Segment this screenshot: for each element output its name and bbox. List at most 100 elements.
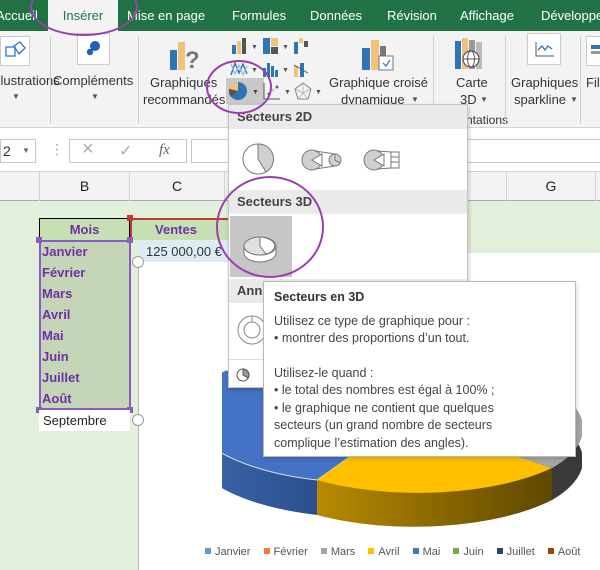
sales-cell-janvier[interactable]: 125 000,00 € bbox=[138, 241, 230, 262]
presentations-group-label: ntations bbox=[466, 113, 509, 127]
range-handle[interactable] bbox=[127, 215, 133, 221]
tooltip-line: secteurs (un grand nombre de secteurs bbox=[274, 418, 493, 432]
column-header-c[interactable]: C bbox=[130, 172, 225, 201]
illustrations-caret-icon[interactable]: ▼ bbox=[12, 92, 20, 101]
radar-chart-icon: ▼ bbox=[294, 82, 322, 100]
svg-text:?: ? bbox=[185, 47, 200, 72]
month-cell[interactable]: Janvier bbox=[42, 241, 88, 262]
sparklines-button[interactable] bbox=[527, 33, 561, 65]
addins-icon bbox=[86, 41, 100, 56]
legend-swatch bbox=[453, 548, 460, 554]
legend-item[interactable]: Juin bbox=[453, 546, 484, 558]
month-cell[interactable]: Mars bbox=[42, 283, 72, 304]
tooltip-line: • le total des nombres est égal à 100% ; bbox=[274, 383, 495, 397]
legend-item[interactable]: Juillet bbox=[496, 546, 535, 558]
chart-type-secteurs[interactable] bbox=[239, 141, 277, 177]
confirm-icon[interactable]: ✓ bbox=[119, 141, 132, 161]
column-header-b[interactable]: B bbox=[40, 172, 130, 201]
hierarchy-chart-button[interactable]: ▼ bbox=[262, 37, 292, 58]
name-box-caret-icon[interactable]: ▼ bbox=[22, 140, 30, 162]
more-pie-charts-link[interactable] bbox=[235, 367, 251, 386]
tab-mise-en-page[interactable]: Mise en page bbox=[127, 0, 205, 31]
svg-text:▼: ▼ bbox=[251, 44, 258, 51]
shapes-icon bbox=[5, 41, 26, 57]
month-cell[interactable]: Mai bbox=[42, 325, 64, 346]
tooltip-line: • montrer des proportions d’un tout. bbox=[274, 331, 470, 345]
column-header-a[interactable] bbox=[0, 172, 40, 201]
illustrations-button[interactable] bbox=[0, 36, 30, 66]
complements-label: Compléments bbox=[53, 73, 134, 88]
header-cell-mois[interactable]: Mois bbox=[39, 218, 130, 240]
name-box[interactable]: 2 ▼ bbox=[0, 139, 36, 163]
recommended-charts-button[interactable]: ? bbox=[168, 38, 202, 75]
waterfall-chart-button[interactable] bbox=[293, 37, 313, 58]
tooltip-line: Utilisez-le quand : bbox=[274, 365, 374, 380]
pivot-chart-label-1: Graphique croisé bbox=[329, 75, 428, 90]
tab-donnees[interactable]: Données bbox=[310, 0, 362, 31]
legend-label: Août bbox=[557, 546, 581, 558]
map3d-caret-icon[interactable]: ▼ bbox=[480, 95, 488, 104]
legend-item[interactable]: Mars bbox=[320, 546, 356, 558]
legend-item[interactable]: Avril bbox=[368, 546, 400, 558]
chart-resize-handle[interactable] bbox=[132, 256, 144, 268]
map3d-label-1: Carte bbox=[456, 75, 488, 90]
filters-button[interactable] bbox=[586, 36, 600, 66]
globe-map-icon bbox=[455, 38, 482, 69]
tab-formules[interactable]: Formules bbox=[232, 0, 286, 31]
pie-of-pie-icon bbox=[301, 149, 342, 171]
chart-type-secteurs-de-secteur[interactable] bbox=[301, 145, 345, 175]
formula-bar-grip-icon: ⋮ bbox=[50, 141, 64, 157]
range-handle[interactable] bbox=[127, 237, 133, 243]
column-chart-button[interactable]: ▼ bbox=[231, 37, 261, 58]
legend-label: Juin bbox=[463, 546, 484, 558]
header-cell-ventes[interactable]: Ventes bbox=[130, 218, 230, 240]
chart-legend: Janvier Février Mars Avril Mai Juin Juil… bbox=[205, 546, 590, 558]
radar-chart-button[interactable]: ▼ bbox=[294, 82, 324, 103]
cancel-icon[interactable]: × bbox=[82, 138, 94, 161]
annotation-circle-3d-pie bbox=[216, 176, 324, 278]
sparklines-label-1: Graphiques bbox=[511, 75, 579, 90]
svg-text:▼: ▼ bbox=[284, 89, 291, 96]
tooltip-line: • le graphique ne contient que quelques bbox=[274, 400, 494, 415]
tab-revision[interactable]: Révision bbox=[387, 0, 437, 31]
legend-swatch bbox=[412, 548, 419, 554]
legend-swatch bbox=[263, 548, 270, 554]
chart-type-barres-de-secteur[interactable] bbox=[363, 145, 407, 175]
tab-developpeur[interactable]: Développeur bbox=[541, 0, 600, 31]
formula-buttons: × ✓ fx bbox=[69, 138, 187, 163]
legend-label: Juillet bbox=[506, 546, 535, 558]
ribbon-separator bbox=[50, 36, 51, 124]
month-cell[interactable]: Avril bbox=[42, 304, 70, 325]
sparklines-caret-icon[interactable]: ▼ bbox=[570, 95, 578, 104]
month-cell[interactable]: Juillet bbox=[42, 367, 80, 388]
legend-swatch bbox=[547, 548, 554, 554]
combo-chart-button[interactable] bbox=[293, 60, 313, 81]
legend-item[interactable]: Février bbox=[263, 546, 308, 558]
cell-septembre[interactable]: Septembre bbox=[39, 410, 130, 431]
month-cell[interactable]: Juin bbox=[42, 346, 69, 367]
pie-2d-icon bbox=[242, 143, 275, 175]
ribbon-separator bbox=[580, 36, 581, 124]
pivot-chart-caret-icon[interactable]: ▼ bbox=[411, 95, 419, 104]
legend-item[interactable]: Janvier bbox=[205, 546, 250, 558]
column-header-g[interactable]: G bbox=[506, 172, 596, 201]
insert-function-icon[interactable]: fx bbox=[159, 142, 170, 159]
complements-button[interactable] bbox=[77, 33, 110, 65]
month-cell[interactable]: Août bbox=[42, 388, 72, 409]
complements-caret-icon[interactable]: ▼ bbox=[91, 92, 99, 101]
svg-text:▼: ▼ bbox=[282, 44, 289, 51]
tab-affichage[interactable]: Affichage bbox=[460, 0, 514, 31]
month-cell[interactable]: Février bbox=[42, 262, 85, 283]
legend-item[interactable]: Août bbox=[547, 546, 581, 558]
more-pie-icon bbox=[236, 368, 250, 382]
chart-resize-handle[interactable] bbox=[132, 414, 144, 426]
pivot-chart-button[interactable] bbox=[361, 38, 397, 75]
legend-swatch bbox=[368, 548, 375, 554]
legend-item[interactable]: Mai bbox=[412, 546, 440, 558]
hierarchy-chart-icon: ▼ bbox=[263, 38, 289, 54]
slicer-icon bbox=[591, 45, 600, 54]
annotation-circle-pie-button bbox=[206, 60, 272, 114]
legend-label: Mars bbox=[330, 546, 356, 558]
map3d-button[interactable] bbox=[453, 37, 487, 74]
ribbon-separator bbox=[138, 36, 139, 124]
